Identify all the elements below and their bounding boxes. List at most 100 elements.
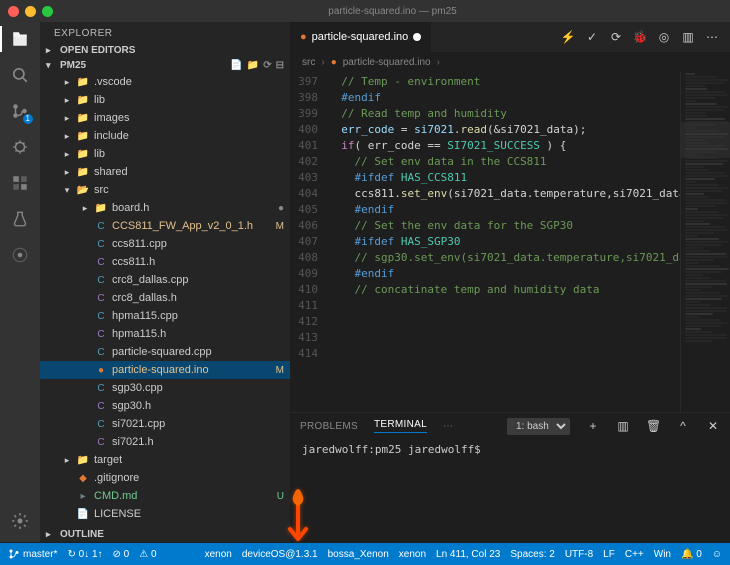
- breadcrumbs[interactable]: src › ● particle-squared.ino ›: [290, 52, 730, 72]
- more-actions-icon[interactable]: ⋯: [704, 29, 720, 45]
- status-branch[interactable]: master*: [8, 548, 57, 560]
- file-row[interactable]: ◆.gitignore: [40, 469, 290, 487]
- minimap[interactable]: [680, 72, 730, 412]
- folder-row[interactable]: ▸📁board.h●: [40, 199, 290, 217]
- terminal-content[interactable]: jaredwolff:pm25 jaredwolff$: [290, 439, 730, 542]
- chevron-right-icon: ›: [321, 57, 324, 68]
- flash-icon[interactable]: ⚡: [560, 29, 576, 45]
- refresh-icon[interactable]: ⟳: [263, 60, 271, 71]
- file-row[interactable]: ▸CMD.mdU: [40, 487, 290, 505]
- status-errors[interactable]: ⊘ 0: [113, 549, 130, 560]
- extensions-activity-icon[interactable]: [9, 172, 31, 194]
- debug-activity-icon[interactable]: [9, 136, 31, 158]
- new-folder-icon[interactable]: 📁: [247, 60, 259, 71]
- maximize-window-button[interactable]: [42, 6, 53, 17]
- file-row[interactable]: Csi7021.cpp: [40, 415, 290, 433]
- file-row[interactable]: Cccs811.cpp: [40, 235, 290, 253]
- status-eol[interactable]: LF: [603, 549, 615, 560]
- outline-section[interactable]: ▸ Outline: [40, 527, 290, 542]
- split-editor-icon[interactable]: ▥: [680, 29, 696, 45]
- file-row[interactable]: ●particle-squared.inoM: [40, 361, 290, 379]
- file-icon: C: [94, 221, 108, 232]
- file-row[interactable]: Cccs811.h: [40, 253, 290, 271]
- chevron-right-icon: ▸: [62, 131, 72, 142]
- status-target-name[interactable]: xenon: [399, 549, 426, 560]
- folder-row[interactable]: ▸📁include: [40, 127, 290, 145]
- tree-item-label: .gitignore: [94, 472, 284, 484]
- status-feedback[interactable]: ☺: [712, 549, 722, 560]
- file-row[interactable]: Ccrc8_dallas.h: [40, 289, 290, 307]
- status-encoding[interactable]: UTF-8: [565, 549, 593, 560]
- file-row[interactable]: Ccrc8_dallas.cpp: [40, 271, 290, 289]
- editor-area: ● particle-squared.ino ⚡ ✓ ⟳ 🐞 ◎ ▥ ⋯ src…: [290, 22, 730, 542]
- file-row[interactable]: Csgp30.cpp: [40, 379, 290, 397]
- collapse-icon[interactable]: ⊟: [276, 60, 284, 71]
- particle-activity-icon[interactable]: [9, 244, 31, 266]
- file-row[interactable]: Csgp30.h: [40, 397, 290, 415]
- git-status-badge: ●: [274, 203, 284, 214]
- folder-row[interactable]: ▸📁lib: [40, 145, 290, 163]
- folder-row[interactable]: ▸📁.vscode: [40, 73, 290, 91]
- workspace-section[interactable]: ▾ PM25 📄 📁 ⟳ ⊟: [40, 58, 290, 73]
- file-row[interactable]: Chpma115.cpp: [40, 307, 290, 325]
- status-indentation[interactable]: Spaces: 2: [510, 549, 554, 560]
- close-panel-icon[interactable]: ✕: [706, 419, 720, 433]
- status-notifications[interactable]: 🔔 0: [681, 549, 702, 560]
- close-window-button[interactable]: [8, 6, 19, 17]
- debug-icon[interactable]: 🐞: [632, 29, 648, 45]
- kill-terminal-icon[interactable]: 🗑: [646, 419, 660, 433]
- file-row[interactable]: Csi7021.h: [40, 433, 290, 451]
- file-icon: C: [94, 293, 108, 304]
- new-file-icon[interactable]: 📄: [230, 60, 242, 71]
- file-row[interactable]: 📄LICENSE: [40, 505, 290, 523]
- tree-item-label: target: [94, 454, 284, 466]
- breadcrumb-file[interactable]: particle-squared.ino: [343, 57, 431, 68]
- maximize-panel-icon[interactable]: ^: [676, 419, 690, 433]
- scm-activity-icon[interactable]: 1: [9, 100, 31, 122]
- folder-row[interactable]: ▾📂src: [40, 181, 290, 199]
- file-row[interactable]: Cparticle-squared.cpp: [40, 343, 290, 361]
- tab-label: particle-squared.ino: [312, 31, 409, 43]
- panel-tab-more[interactable]: ⋯: [443, 421, 453, 432]
- tree-item-label: CMD.md: [94, 490, 269, 502]
- tree-item-label: crc8_dallas.h: [112, 292, 284, 304]
- status-warnings[interactable]: ⚠ 0: [139, 549, 156, 560]
- file-row[interactable]: CCCS811_FW_App_v2_0_1.hM: [40, 217, 290, 235]
- test-activity-icon[interactable]: [9, 208, 31, 230]
- settings-activity-icon[interactable]: [9, 510, 31, 532]
- new-terminal-icon[interactable]: +: [586, 419, 600, 433]
- breadcrumb-folder[interactable]: src: [302, 57, 315, 68]
- panel-tab-problems[interactable]: Problems: [300, 421, 358, 432]
- folder-row[interactable]: ▸📁lib: [40, 91, 290, 109]
- terminal-selector[interactable]: 1: bash: [507, 418, 570, 435]
- status-device[interactable]: xenon: [205, 549, 232, 560]
- target-icon[interactable]: ◎: [656, 29, 672, 45]
- code-content[interactable]: // Temp - environment #endif // Read tem…: [328, 72, 680, 412]
- status-sync[interactable]: ↻ 0↓ 1↑: [67, 549, 102, 560]
- status-win[interactable]: Win: [654, 549, 671, 560]
- open-editors-section[interactable]: ▸ Open Editors: [40, 43, 290, 58]
- folder-row[interactable]: ▸📁target: [40, 451, 290, 469]
- tree-item-label: images: [94, 112, 284, 124]
- status-flash-target[interactable]: bossa_Xenon: [328, 549, 389, 560]
- status-language[interactable]: C++: [625, 549, 644, 560]
- minimize-window-button[interactable]: [25, 6, 36, 17]
- explorer-sidebar: Explorer ▸ Open Editors ▾ PM25 📄 📁 ⟳ ⊟ ▸…: [40, 22, 290, 542]
- tree-item-label: particle-squared.cpp: [112, 346, 284, 358]
- tree-item-label: lib: [94, 148, 284, 160]
- status-os-version[interactable]: deviceOS@1.3.1: [242, 549, 318, 560]
- split-terminal-icon[interactable]: ▥: [616, 419, 630, 433]
- panel-tab-terminal[interactable]: Terminal: [374, 419, 427, 433]
- compile-icon[interactable]: ✓: [584, 29, 600, 45]
- search-activity-icon[interactable]: [9, 64, 31, 86]
- sync-icon[interactable]: ⟳: [608, 29, 624, 45]
- tab-active-file[interactable]: ● particle-squared.ino: [290, 22, 432, 52]
- explorer-activity-icon[interactable]: [9, 28, 31, 50]
- chevron-right-icon: ▸: [62, 149, 72, 160]
- folder-row[interactable]: ▸📁images: [40, 109, 290, 127]
- file-icon: C: [94, 347, 108, 358]
- folder-row[interactable]: ▸📁shared: [40, 163, 290, 181]
- file-row[interactable]: Chpma115.h: [40, 325, 290, 343]
- code-editor[interactable]: 3973983994004014024034044054064074084094…: [290, 72, 730, 412]
- status-cursor-position[interactable]: Ln 411, Col 23: [436, 549, 500, 560]
